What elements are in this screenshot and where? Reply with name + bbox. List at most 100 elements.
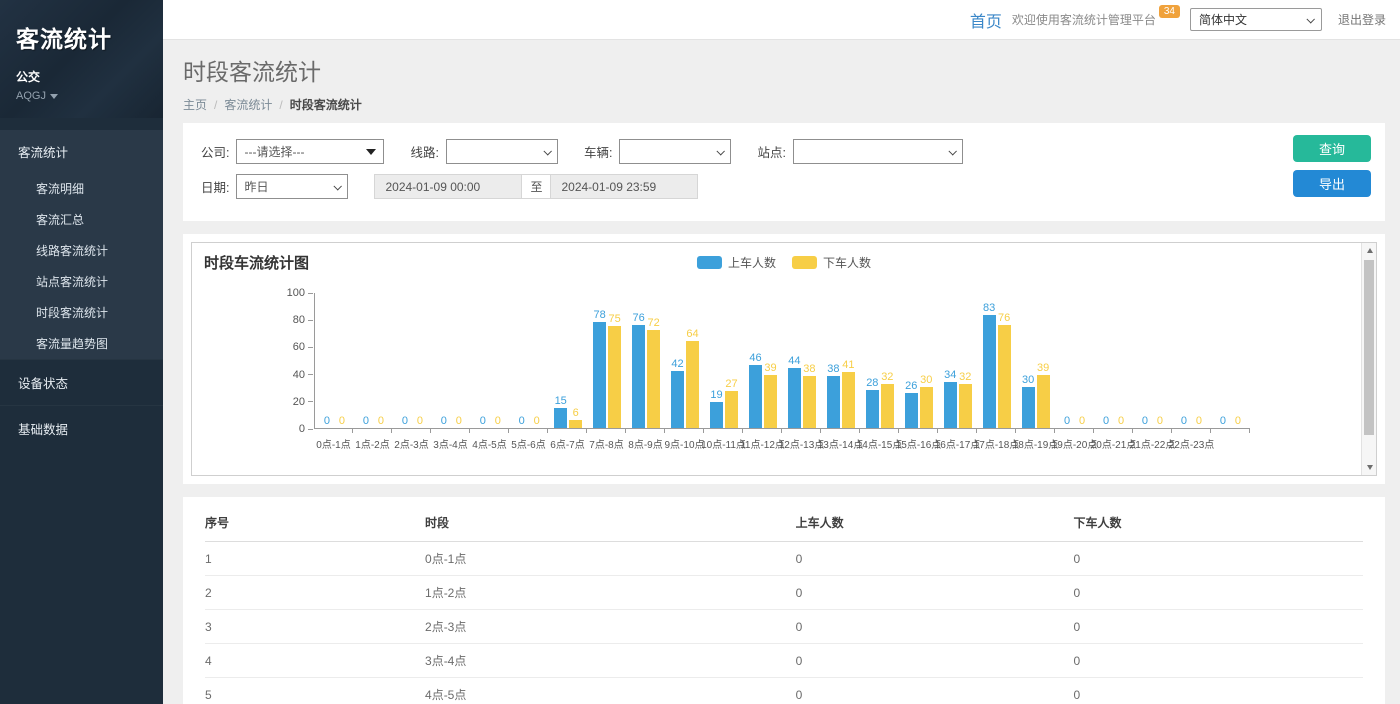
logout-link[interactable]: 退出登录 — [1338, 11, 1386, 28]
bar: 27 — [725, 391, 738, 428]
bar-value-label: 30 — [920, 374, 932, 386]
scrollbar-up-icon[interactable] — [1362, 243, 1377, 258]
x-axis-tick — [1211, 429, 1250, 433]
station-select[interactable] — [793, 139, 963, 164]
sidebar-item[interactable]: 设备状态 — [0, 359, 163, 405]
chart-scrollbar[interactable] — [1361, 243, 1376, 475]
scrollbar-thumb[interactable] — [1364, 260, 1374, 435]
table-cell: 0 — [796, 644, 1074, 678]
sidebar-subitem[interactable]: 线路客流统计 — [0, 235, 163, 266]
bar: 6 — [569, 420, 582, 428]
date-end-input[interactable]: 2024-01-09 23:59 — [550, 174, 698, 199]
table-header-cell: 序号 — [205, 501, 425, 542]
legend-label: 下车人数 — [823, 254, 871, 271]
table-cell: 5 — [205, 678, 425, 704]
date-filter: 日期: 昨日 — [201, 174, 348, 199]
line-filter: 线路: — [410, 139, 557, 164]
table-cell: 3 — [205, 610, 425, 644]
export-button[interactable]: 导出 — [1293, 170, 1371, 197]
bar: 78 — [593, 322, 606, 428]
bar-value-label: 39 — [764, 362, 776, 374]
legend-item[interactable]: 下车人数 — [792, 254, 871, 271]
bar: 26 — [905, 393, 918, 428]
sidebar-subitem[interactable]: 客流明细 — [0, 173, 163, 204]
bar: 28 — [866, 390, 879, 428]
x-axis-tick — [470, 429, 509, 433]
breadcrumb-home[interactable]: 主页 — [183, 96, 207, 113]
page-content: 时段客流统计 主页 / 客流统计 / 时段客流统计 公司: ---请选择--- — [163, 40, 1400, 704]
vehicle-select[interactable] — [619, 139, 731, 164]
page-title: 时段客流统计 — [183, 53, 1385, 87]
table-cell: 2点-3点 — [425, 610, 796, 644]
bar-value-label: 0 — [1118, 415, 1124, 427]
data-table-card: 序号时段上车人数下车人数 10点-1点0021点-2点0032点-3点0043点… — [183, 497, 1385, 704]
sidebar: 客流统计 公交 AQGJ 客流统计 客流明细客流汇总线路客流统计站点客流统计时段… — [0, 0, 163, 704]
bar-value-label: 0 — [402, 415, 408, 427]
bar-group: 00 — [1172, 293, 1211, 428]
filter-panel: 公司: ---请选择--- 线路: 车辆: — [183, 123, 1385, 221]
table-cell: 0 — [796, 678, 1074, 704]
bar-group: 4639 — [743, 293, 782, 428]
x-axis-tick — [392, 429, 431, 433]
bar-value-label: 38 — [827, 363, 839, 375]
topbar: 首页 欢迎使用客流统计管理平台 34 简体中文 退出登录 — [163, 0, 1400, 40]
x-axis-tick — [665, 429, 704, 433]
x-axis-label: 3点-4点 — [431, 436, 470, 451]
sidebar-subitem[interactable]: 客流汇总 — [0, 204, 163, 235]
x-axis-label: 13点-14点 — [821, 436, 860, 451]
line-select[interactable] — [446, 139, 558, 164]
sidebar-item[interactable]: 基础数据 — [0, 405, 163, 451]
main-area: 首页 欢迎使用客流统计管理平台 34 简体中文 退出登录 时段客流统计 主页 /… — [163, 0, 1400, 704]
sidebar-subitem[interactable]: 时段客流统计 — [0, 297, 163, 328]
chart-legend: 上车人数 下车人数 — [697, 254, 871, 271]
chevron-down-icon — [1306, 15, 1314, 23]
x-axis-label: 10点-11点 — [704, 436, 743, 451]
vehicle-filter: 车辆: — [584, 139, 731, 164]
bar-group: 8376 — [977, 293, 1016, 428]
query-button[interactable]: 查询 — [1293, 135, 1371, 162]
language-select[interactable]: 简体中文 — [1190, 8, 1322, 31]
x-axis-label: 9点-10点 — [665, 436, 704, 451]
bar: 38 — [827, 376, 840, 428]
x-axis-label: 8点-9点 — [626, 436, 665, 451]
filter-row-1: 公司: ---请选择--- 线路: 车辆: — [201, 139, 1367, 164]
x-axis-label: 2点-3点 — [392, 436, 431, 451]
home-link[interactable]: 首页 — [970, 8, 1002, 32]
sidebar-subitem[interactable]: 客流量趋势图 — [0, 328, 163, 359]
hourly-stats-table: 序号时段上车人数下车人数 10点-1点0021点-2点0032点-3点0043点… — [205, 501, 1363, 704]
x-axis-label: 14点-15点 — [860, 436, 899, 451]
bar-value-label: 0 — [1079, 415, 1085, 427]
bar: 30 — [1022, 387, 1035, 428]
chart-card: 时段车流统计图 上车人数下车人数 020406080100 0000000000… — [183, 234, 1385, 484]
org-code-dropdown[interactable]: AQGJ — [16, 90, 147, 102]
bar-group: 4264 — [666, 293, 705, 428]
date-range-group: 2024-01-09 00:00 至 2024-01-09 23:59 — [374, 174, 698, 199]
table-cell: 4点-5点 — [425, 678, 796, 704]
table-cell: 0 — [1073, 678, 1363, 704]
table-cell: 0点-1点 — [425, 542, 796, 576]
date-start-input[interactable]: 2024-01-09 00:00 — [374, 174, 522, 199]
sidebar-item-passenger-stats[interactable]: 客流统计 — [0, 130, 163, 173]
station-label: 站点: — [757, 142, 785, 161]
bar: 39 — [1037, 375, 1050, 428]
chart-plot: 020406080100 000000000000156787576724264… — [314, 293, 1250, 451]
x-axis-tick — [626, 429, 665, 433]
legend-item[interactable]: 上车人数 — [697, 254, 776, 271]
x-axis-label: 0点-1点 — [314, 436, 353, 451]
x-axis-tick — [548, 429, 587, 433]
company-select[interactable]: ---请选择--- — [236, 139, 384, 164]
breadcrumb-section[interactable]: 客流统计 — [224, 96, 272, 113]
vehicle-label: 车辆: — [584, 142, 612, 161]
date-preset-select[interactable]: 昨日 — [236, 174, 348, 199]
chart-y-axis: 020406080100 — [268, 293, 314, 429]
table-header-cell: 时段 — [425, 501, 796, 542]
bar-group: 3039 — [1016, 293, 1055, 428]
x-axis-label: 1点-2点 — [353, 436, 392, 451]
bar: 38 — [803, 376, 816, 428]
table-cell: 0 — [1073, 542, 1363, 576]
bar-value-label: 28 — [866, 377, 878, 389]
table-header-row: 序号时段上车人数下车人数 — [205, 501, 1363, 542]
table-cell: 0 — [1073, 644, 1363, 678]
sidebar-subitem[interactable]: 站点客流统计 — [0, 266, 163, 297]
scrollbar-down-icon[interactable] — [1362, 460, 1377, 475]
